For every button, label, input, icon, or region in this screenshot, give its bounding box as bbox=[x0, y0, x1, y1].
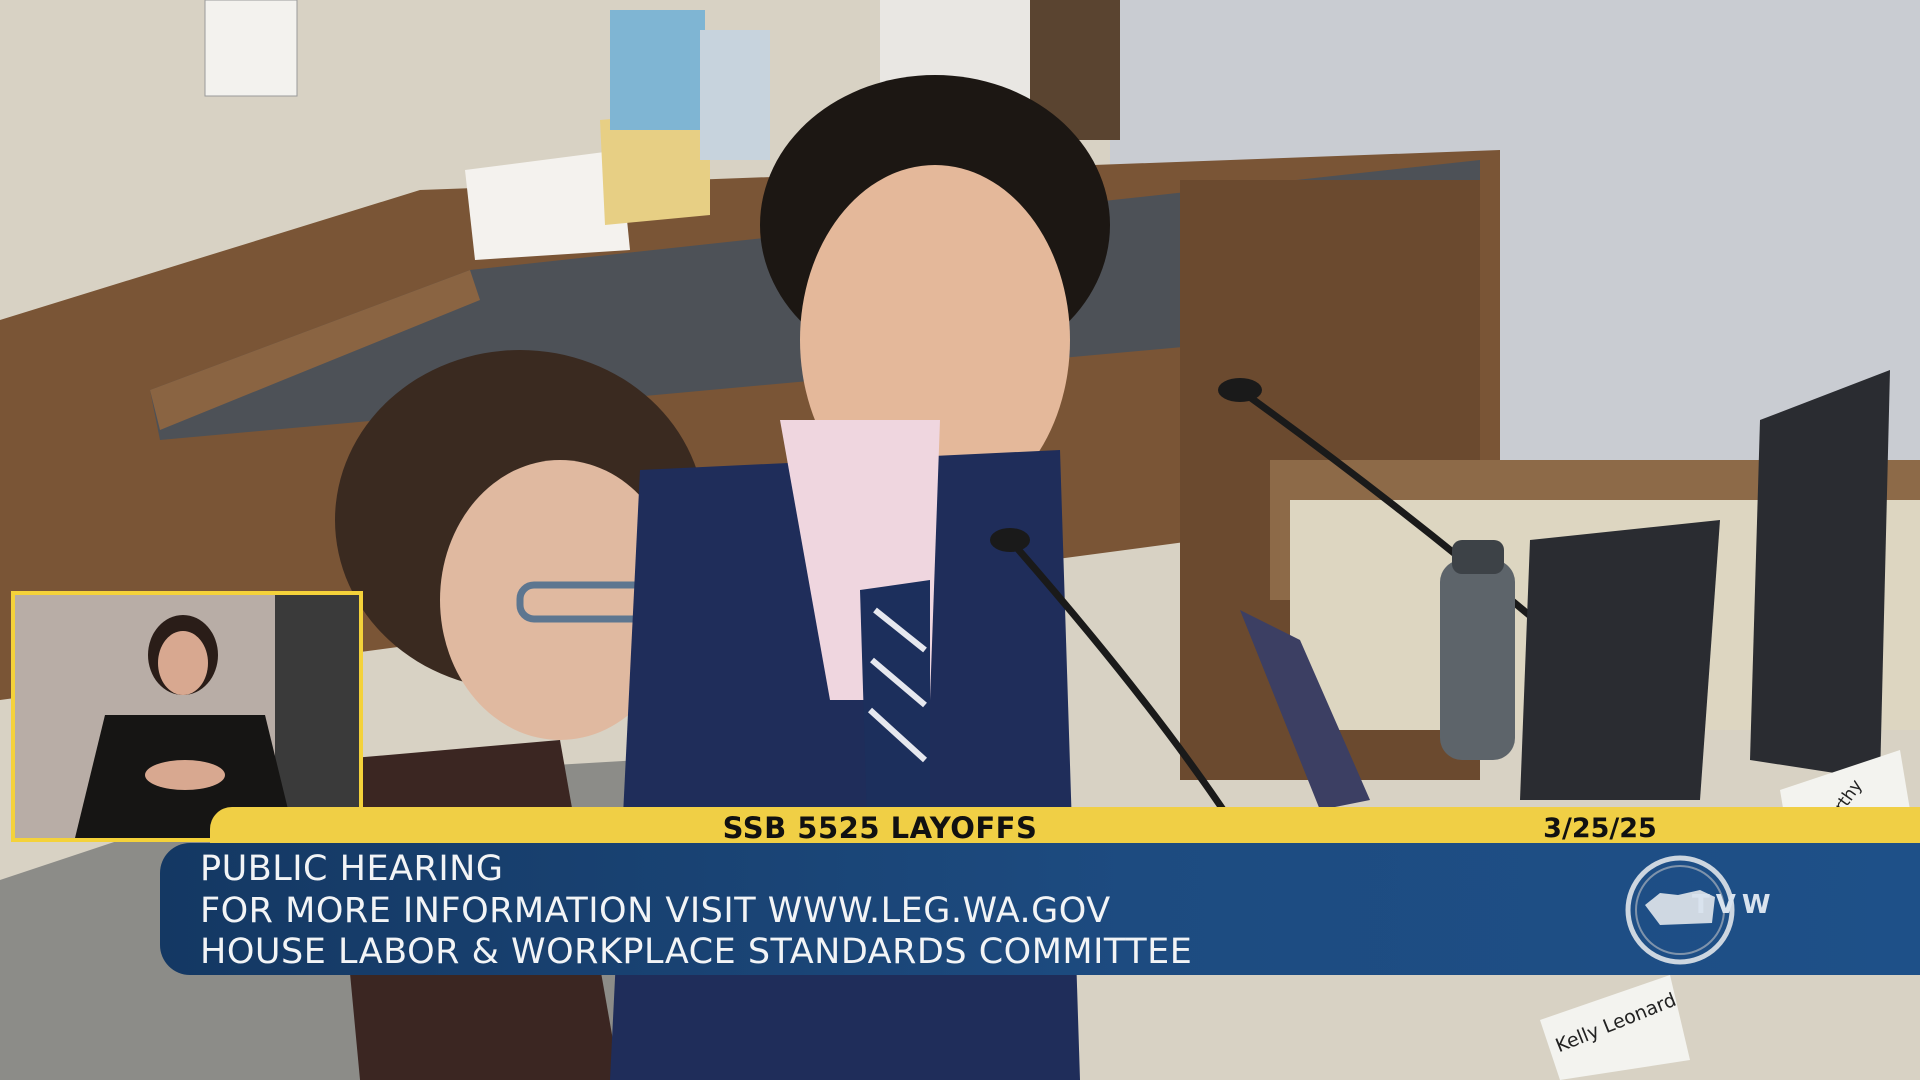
chyron-line-hearing-type: PUBLIC HEARING bbox=[200, 849, 504, 889]
interpreter-inset bbox=[11, 591, 363, 842]
chyron-line-info-url: FOR MORE INFORMATION VISIT WWW.LEG.WA.GO… bbox=[200, 891, 1111, 931]
interpreter-video bbox=[15, 595, 359, 838]
tvw-logo-text: TVW bbox=[1692, 890, 1777, 920]
chyron-line-committee: HOUSE LABOR & WORKPLACE STANDARDS COMMIT… bbox=[200, 932, 1193, 972]
